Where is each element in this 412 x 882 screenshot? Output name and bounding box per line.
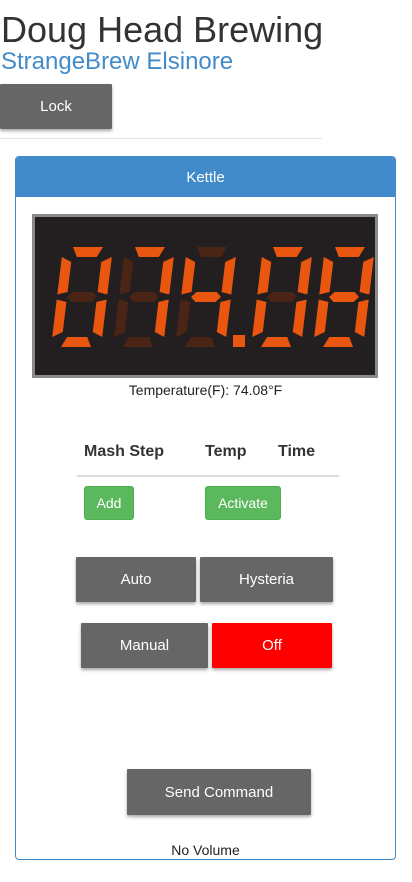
lock-button[interactable]: Lock xyxy=(0,84,112,129)
app-subtitle: StrangeBrew Elsinore xyxy=(1,48,234,75)
auto-mode-button[interactable]: Auto xyxy=(76,557,196,602)
kettle-panel-title: Kettle xyxy=(16,157,395,197)
lcd-segment xyxy=(185,337,215,347)
lcd-digit xyxy=(314,247,374,347)
lcd-segment xyxy=(92,299,107,337)
lcd-segment xyxy=(257,257,272,295)
kettle-panel: Kettle Temperature(F): 74.08°F Mash Step… xyxy=(15,156,396,860)
lcd-segment xyxy=(221,257,236,295)
manual-mode-button[interactable]: Manual xyxy=(81,623,208,668)
lcd-segment xyxy=(292,299,307,337)
lcd-segment xyxy=(216,299,231,337)
brewery-title: Doug Head Brewing xyxy=(1,9,324,50)
lcd-segment xyxy=(61,337,91,347)
lcd-segment xyxy=(329,292,359,302)
time-header: Time xyxy=(278,443,316,460)
lcd-segment xyxy=(67,292,97,302)
lcd-segment xyxy=(123,337,153,347)
lcd-segment xyxy=(354,299,369,337)
lcd-segment xyxy=(176,299,191,337)
decimal-point xyxy=(233,335,245,347)
lcd-segment xyxy=(297,257,312,295)
lcd-segment xyxy=(135,247,165,257)
temp-header: Temp xyxy=(205,443,247,460)
lcd-segment xyxy=(335,247,365,257)
lcd-segment xyxy=(97,257,112,295)
lcd-segment xyxy=(52,299,67,337)
lcd-segment xyxy=(252,299,267,337)
lcd-segment xyxy=(319,257,334,295)
lcd-digit xyxy=(176,247,236,347)
activate-button[interactable]: Activate xyxy=(205,486,281,520)
lcd-segment xyxy=(154,299,169,337)
volume-status: No Volume xyxy=(171,842,240,858)
seven-segment-readout xyxy=(52,247,374,347)
lcd-digit xyxy=(252,247,312,347)
off-mode-button[interactable]: Off xyxy=(212,623,332,668)
lcd-segment xyxy=(129,292,159,302)
lcd-segment xyxy=(181,257,196,295)
lcd-segment xyxy=(273,247,303,257)
lcd-segment xyxy=(119,257,134,295)
mash-step-header: Mash Step xyxy=(84,443,165,460)
lcd-segment xyxy=(261,337,291,347)
lcd-segment xyxy=(114,299,129,337)
lcd-digit xyxy=(52,247,112,347)
lcd-segment xyxy=(267,292,297,302)
temperature-lcd-display xyxy=(32,214,378,378)
lcd-segment xyxy=(191,292,221,302)
temperature-label: Temperature(F): 74.08°F xyxy=(128,382,283,398)
lcd-segment xyxy=(57,257,72,295)
lcd-segment xyxy=(73,247,103,257)
hysteria-mode-button[interactable]: Hysteria xyxy=(200,557,333,602)
send-command-button[interactable]: Send Command xyxy=(127,769,311,815)
lcd-segment xyxy=(359,257,374,295)
header-divider xyxy=(0,138,322,139)
lcd-segment xyxy=(314,299,329,337)
add-step-button[interactable]: Add xyxy=(84,486,134,520)
lcd-digit xyxy=(114,247,174,347)
table-header-rule xyxy=(77,475,339,477)
lcd-segment xyxy=(197,247,227,257)
lcd-segment xyxy=(323,337,353,347)
lcd-segment xyxy=(159,257,174,295)
